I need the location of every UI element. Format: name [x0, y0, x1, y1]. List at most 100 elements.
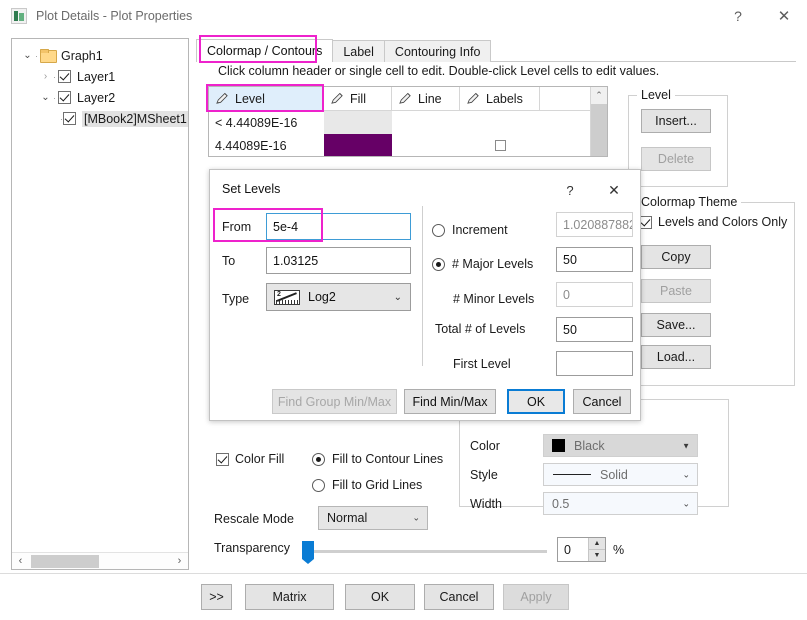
cell-level[interactable]: < 4.44089E-16	[209, 111, 324, 134]
line-style-combo[interactable]: Solid ⌄	[543, 463, 698, 486]
scroll-up-icon[interactable]: ⌃	[591, 87, 607, 104]
first-level-input[interactable]	[556, 351, 633, 376]
pencil-icon	[466, 92, 481, 105]
tab-colormap-contours[interactable]: Colormap / Contours	[196, 39, 333, 62]
fill-to-contour-lines-radio[interactable]	[312, 453, 325, 466]
scroll-right-icon[interactable]: ›	[171, 555, 188, 567]
line-style-value: Solid	[600, 468, 628, 482]
cell-labels[interactable]	[460, 111, 540, 134]
column-header-labels[interactable]: Labels	[460, 87, 540, 110]
major-levels-radio[interactable]	[432, 258, 445, 271]
cell-line[interactable]	[392, 134, 460, 157]
chevron-down-icon[interactable]: ⌄	[682, 469, 690, 480]
chevron-down-icon[interactable]: ⌄	[38, 92, 53, 103]
cell-fill-swatch[interactable]	[324, 134, 392, 157]
table-row[interactable]: < 4.44089E-16	[209, 111, 607, 134]
increment-label: Increment	[452, 223, 508, 237]
levels-and-colors-only-label: Levels and Colors Only	[658, 215, 787, 229]
cell-level[interactable]: 4.44089E-16	[209, 134, 324, 157]
scroll-left-icon[interactable]: ‹	[12, 555, 29, 567]
transparency-value: 0	[564, 543, 571, 557]
spinner-buttons[interactable]: ▲ ▼	[588, 538, 605, 561]
set-levels-help-button[interactable]: ?	[556, 178, 584, 202]
spinner-up-icon[interactable]: ▲	[589, 538, 605, 550]
scrollbar-thumb[interactable]	[591, 104, 607, 156]
chevron-right-icon[interactable]: ›	[38, 71, 53, 82]
fill-to-grid-lines-radio-row[interactable]: Fill to Grid Lines	[312, 478, 422, 492]
chevron-down-icon[interactable]: ▼	[682, 441, 690, 450]
matrix-button[interactable]: Matrix	[245, 584, 334, 610]
levels-and-colors-only-row[interactable]: Levels and Colors Only	[639, 215, 787, 229]
table-row[interactable]: 4.44089E-16	[209, 134, 607, 157]
tree-node-graph1[interactable]: ⌄ · Graph1	[12, 45, 188, 66]
save-theme-button[interactable]: Save...	[641, 313, 711, 337]
transparency-unit: %	[613, 543, 624, 557]
set-levels-title: Set Levels	[222, 182, 280, 196]
scrollbar-thumb[interactable]	[31, 555, 99, 568]
line-width-combo[interactable]: 0.5 ⌄	[543, 492, 698, 515]
cancel-button[interactable]: Cancel	[424, 584, 494, 610]
major-levels-input[interactable]: 50	[556, 247, 633, 272]
chevron-down-icon[interactable]: ⌄	[20, 50, 35, 61]
column-header-fill[interactable]: Fill	[324, 87, 392, 110]
tree-checkbox-layer1[interactable]	[58, 70, 71, 83]
from-input[interactable]: 5e-4	[266, 213, 411, 240]
color-fill-row[interactable]: Color Fill	[216, 452, 284, 466]
line-preview	[553, 474, 591, 476]
major-levels-radio-row[interactable]: # Major Levels	[432, 257, 533, 271]
total-levels-input[interactable]: 50	[556, 317, 633, 342]
chevron-down-icon[interactable]: ⌄	[412, 513, 420, 524]
level-group: Level Insert... Delete	[628, 95, 728, 187]
major-levels-value: 50	[563, 253, 577, 267]
window-close-button[interactable]: ✕	[761, 0, 807, 32]
apply-button: Apply	[503, 584, 569, 610]
chevron-down-icon[interactable]: ⌄	[682, 498, 690, 509]
column-header-line[interactable]: Line	[392, 87, 460, 110]
tab-label[interactable]: Label	[332, 40, 385, 62]
set-levels-close-button[interactable]: ✕	[600, 178, 628, 202]
copy-theme-button[interactable]: Copy	[641, 245, 711, 269]
tree-horizontal-scrollbar[interactable]: ‹ ›	[12, 552, 188, 569]
tree-checkbox-layer2[interactable]	[58, 91, 71, 104]
grid-vertical-scrollbar[interactable]: ⌃	[590, 87, 607, 156]
fill-to-contour-lines-radio-row[interactable]: Fill to Contour Lines	[312, 452, 443, 466]
tree-checkbox-msheet[interactable]	[63, 112, 76, 125]
tree-node-layer1[interactable]: › · Layer1	[12, 66, 188, 87]
increment-radio-row[interactable]: Increment	[432, 223, 508, 237]
insert-level-button[interactable]: Insert...	[641, 109, 711, 133]
type-combo[interactable]: 2 Log2 ⌄	[266, 283, 411, 311]
fill-to-grid-lines-radio[interactable]	[312, 479, 325, 492]
increment-radio[interactable]	[432, 224, 445, 237]
transparency-slider-track[interactable]	[312, 550, 547, 553]
tree-node-layer2[interactable]: ⌄ · Layer2	[12, 87, 188, 108]
expand-button[interactable]: >>	[201, 584, 232, 610]
label-checkbox[interactable]	[495, 140, 506, 151]
chevron-down-icon[interactable]: ⌄	[394, 292, 402, 303]
window-help-button[interactable]: ?	[715, 0, 761, 32]
transparency-spinner[interactable]: 0 ▲ ▼	[557, 537, 606, 562]
tree-node-msheet[interactable]: · [MBook2]MSheet1	[12, 108, 188, 129]
tree-node-label: Layer1	[77, 70, 115, 84]
cell-labels[interactable]	[460, 134, 540, 157]
to-input[interactable]: 1.03125	[266, 247, 411, 274]
spinner-down-icon[interactable]: ▼	[589, 550, 605, 561]
set-levels-cancel-button[interactable]: Cancel	[573, 389, 631, 414]
cell-fill-swatch[interactable]	[324, 111, 392, 134]
load-theme-button[interactable]: Load...	[641, 345, 711, 369]
tab-contouring-info[interactable]: Contouring Info	[384, 40, 491, 62]
line-color-value: Black	[574, 439, 605, 453]
levels-grid-header: Level Fill Line	[209, 87, 607, 111]
find-minmax-button[interactable]: Find Min/Max	[404, 389, 496, 414]
rescale-mode-combo[interactable]: Normal ⌄	[318, 506, 428, 530]
hint-text: Click column header or single cell to ed…	[218, 64, 659, 78]
color-fill-checkbox[interactable]	[216, 453, 229, 466]
line-color-combo[interactable]: Black ▼	[543, 434, 698, 457]
levels-grid[interactable]: Level Fill Line	[208, 86, 608, 157]
tree-node-label: Layer2	[77, 91, 115, 105]
set-levels-ok-button[interactable]: OK	[507, 389, 565, 414]
cell-line[interactable]	[392, 111, 460, 134]
column-header-label: Level	[235, 92, 265, 106]
ok-button[interactable]: OK	[345, 584, 415, 610]
column-header-level[interactable]: Level	[209, 87, 324, 110]
transparency-slider-thumb[interactable]	[302, 541, 314, 559]
